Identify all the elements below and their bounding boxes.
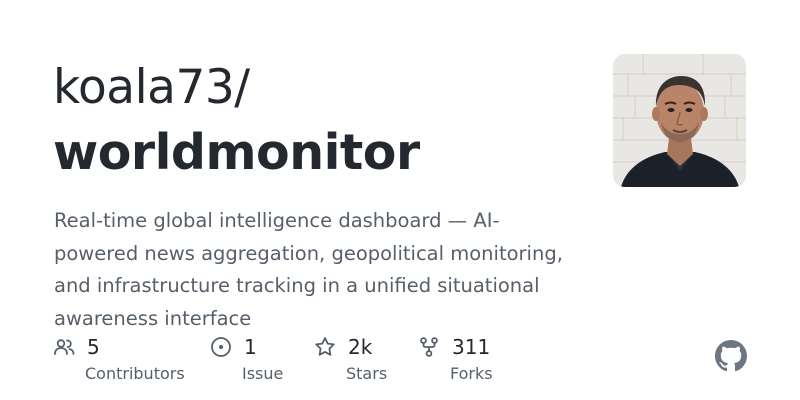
issue-opened-icon	[210, 336, 232, 358]
people-icon	[53, 336, 75, 358]
stat-forks[interactable]: 311 Forks	[418, 334, 493, 383]
issues-count: 1	[244, 335, 257, 359]
github-mark-icon[interactable]	[715, 340, 747, 372]
owner-avatar[interactable]	[613, 54, 746, 187]
avatar-portrait	[613, 54, 746, 187]
stars-count: 2k	[348, 335, 373, 359]
repo-social-card: koala73/ worldmonitor Real-time global i…	[0, 0, 800, 400]
repo-owner[interactable]: koala73/	[53, 58, 250, 118]
stat-issues[interactable]: 1 Issue	[210, 334, 283, 383]
forks-label: Forks	[450, 364, 493, 383]
stat-contributors[interactable]: 5 Contributors	[53, 334, 185, 383]
repo-description: Real-time global intelligence dashboard …	[54, 209, 563, 330]
stars-label: Stars	[346, 364, 388, 383]
repo-forked-icon	[418, 336, 440, 358]
issues-label: Issue	[242, 364, 284, 383]
star-icon	[314, 336, 336, 358]
repo-name[interactable]: worldmonitor	[53, 122, 420, 184]
forks-count: 311	[452, 335, 491, 359]
contributors-label: Contributors	[85, 364, 185, 383]
contributors-count: 5	[87, 335, 100, 359]
stat-stars[interactable]: 2k Stars	[314, 334, 387, 383]
